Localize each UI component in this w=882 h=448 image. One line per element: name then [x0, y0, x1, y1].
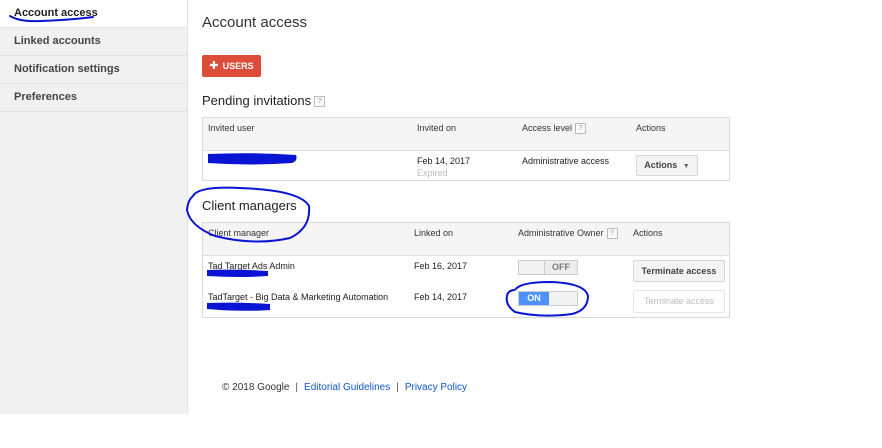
sidebar-item-account-access[interactable]: Account access: [0, 0, 187, 28]
admin-owner-toggle[interactable]: OFF: [518, 260, 578, 275]
sidebar-item-notification-settings[interactable]: Notification settings: [0, 56, 187, 84]
client-manager-name: TadTarget - Big Data & Marketing Automat…: [208, 292, 389, 302]
table-row: Tad Target Ads Admin Feb 16, 2017 OFF Te…: [203, 256, 729, 288]
linked-on-cell: Feb 14, 2017: [414, 292, 468, 302]
help-icon[interactable]: ?: [314, 96, 326, 108]
pending-invitations-table: Invited user Invited on Access level? Ac…: [202, 117, 730, 181]
pending-invitations-title: Pending invitations?: [202, 93, 326, 108]
column-header-administrative-owner-text: Administrative Owner: [518, 228, 604, 238]
chevron-down-icon: ▼: [682, 163, 690, 170]
add-users-label: USERS: [222, 61, 254, 71]
column-header-actions: Actions: [633, 228, 663, 238]
column-header-invited-user: Invited user: [208, 123, 255, 133]
sidebar-item-preferences[interactable]: Preferences: [0, 84, 187, 112]
column-header-actions: Actions: [636, 123, 666, 133]
editorial-guidelines-link[interactable]: Editorial Guidelines: [304, 382, 390, 393]
help-icon[interactable]: ?: [606, 228, 618, 240]
client-managers-table: Client manager Linked on Administrative …: [202, 222, 730, 318]
plus-icon: ✚: [209, 60, 219, 72]
page-title: Account access: [202, 14, 308, 31]
table-row: Feb 14, 2017 Expired Administrative acce…: [203, 151, 729, 181]
footer-separator: |: [295, 382, 299, 393]
pending-invitations-title-text: Pending invitations: [202, 93, 312, 108]
column-header-invited-on: Invited on: [417, 123, 457, 133]
invited-on-date: Feb 14, 2017: [417, 156, 471, 166]
sidebar-item-label: Linked accounts: [14, 35, 101, 47]
add-users-button[interactable]: ✚ USERS: [202, 55, 261, 77]
access-level-cell: Administrative access: [522, 156, 610, 166]
column-header-access-level-text: Access level: [522, 123, 573, 133]
toggle-track: [549, 292, 577, 305]
footer: © 2018 Google | Editorial Guidelines | Priva…: [222, 382, 467, 393]
column-header-linked-on: Linked on: [414, 228, 454, 238]
help-icon[interactable]: ?: [575, 123, 587, 135]
actions-dropdown-button[interactable]: Actions ▼: [636, 155, 698, 176]
sidebar-item-label: Notification settings: [14, 63, 120, 75]
actions-label: Actions: [644, 160, 678, 170]
sidebar: Account access Linked accounts Notificat…: [0, 0, 188, 414]
terminate-access-button-disabled: Terminate access: [633, 290, 725, 313]
sidebar-item-label: Account access: [14, 7, 98, 19]
footer-separator: |: [396, 382, 399, 393]
terminate-access-button[interactable]: Terminate access: [633, 260, 725, 282]
table-row: TadTarget - Big Data & Marketing Automat…: [203, 288, 729, 318]
table-header: Client manager Linked on Administrative …: [203, 223, 729, 256]
copyright: © 2018 Google: [222, 382, 290, 393]
toggle-state-label: OFF: [544, 261, 577, 274]
client-manager-name: Tad Target Ads Admin: [208, 261, 295, 271]
invitation-status: Expired: [417, 168, 448, 178]
column-header-administrative-owner: Administrative Owner?: [518, 228, 618, 240]
admin-owner-toggle[interactable]: ON: [518, 291, 578, 306]
linked-on-cell: Feb 16, 2017: [414, 261, 468, 271]
toggle-track: [519, 261, 544, 274]
client-managers-title: Client managers: [202, 198, 297, 213]
sidebar-item-linked-accounts[interactable]: Linked accounts: [0, 28, 187, 56]
column-header-client-manager: Client manager: [208, 228, 270, 238]
table-header: Invited user Invited on Access level? Ac…: [203, 118, 729, 151]
invited-on-cell: Feb 14, 2017 Expired: [417, 156, 470, 178]
sidebar-item-label: Preferences: [14, 91, 77, 103]
privacy-policy-link[interactable]: Privacy Policy: [405, 382, 467, 393]
column-header-access-level: Access level?: [522, 123, 587, 135]
toggle-state-label: ON: [519, 292, 549, 305]
